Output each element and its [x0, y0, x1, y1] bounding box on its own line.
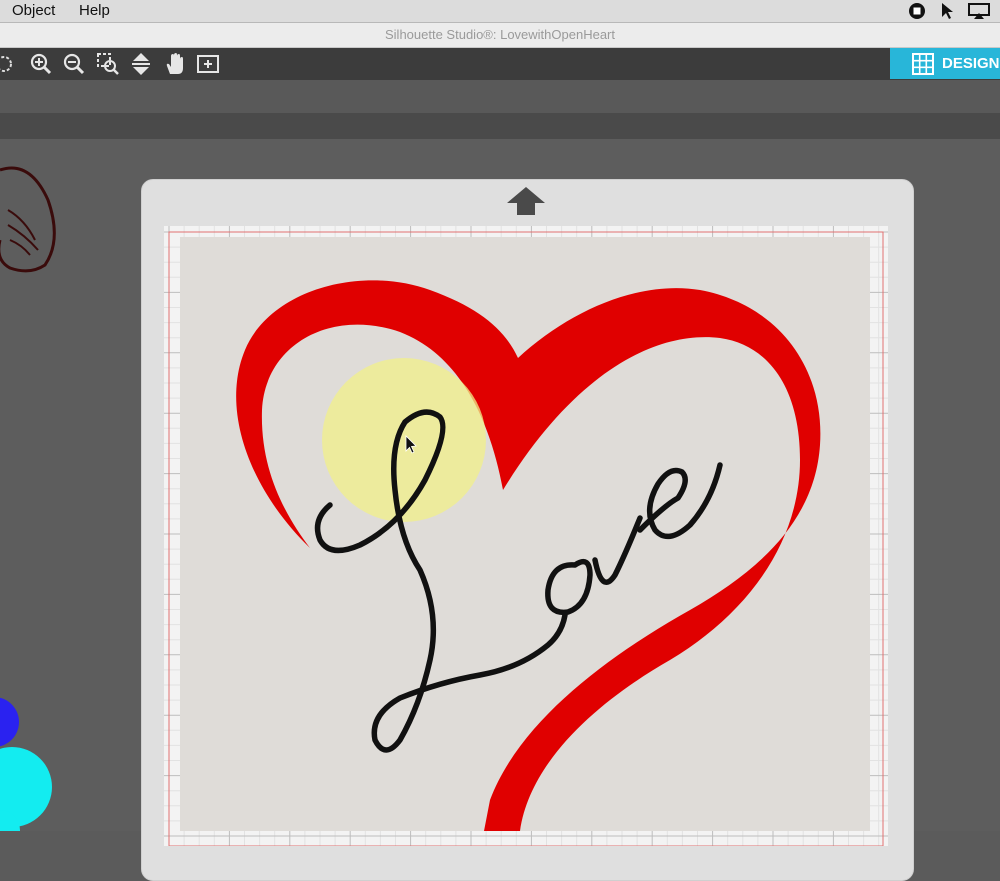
heart-shape[interactable] [236, 280, 821, 831]
artwork-layer [236, 280, 821, 831]
cursor-highlight [322, 358, 486, 522]
